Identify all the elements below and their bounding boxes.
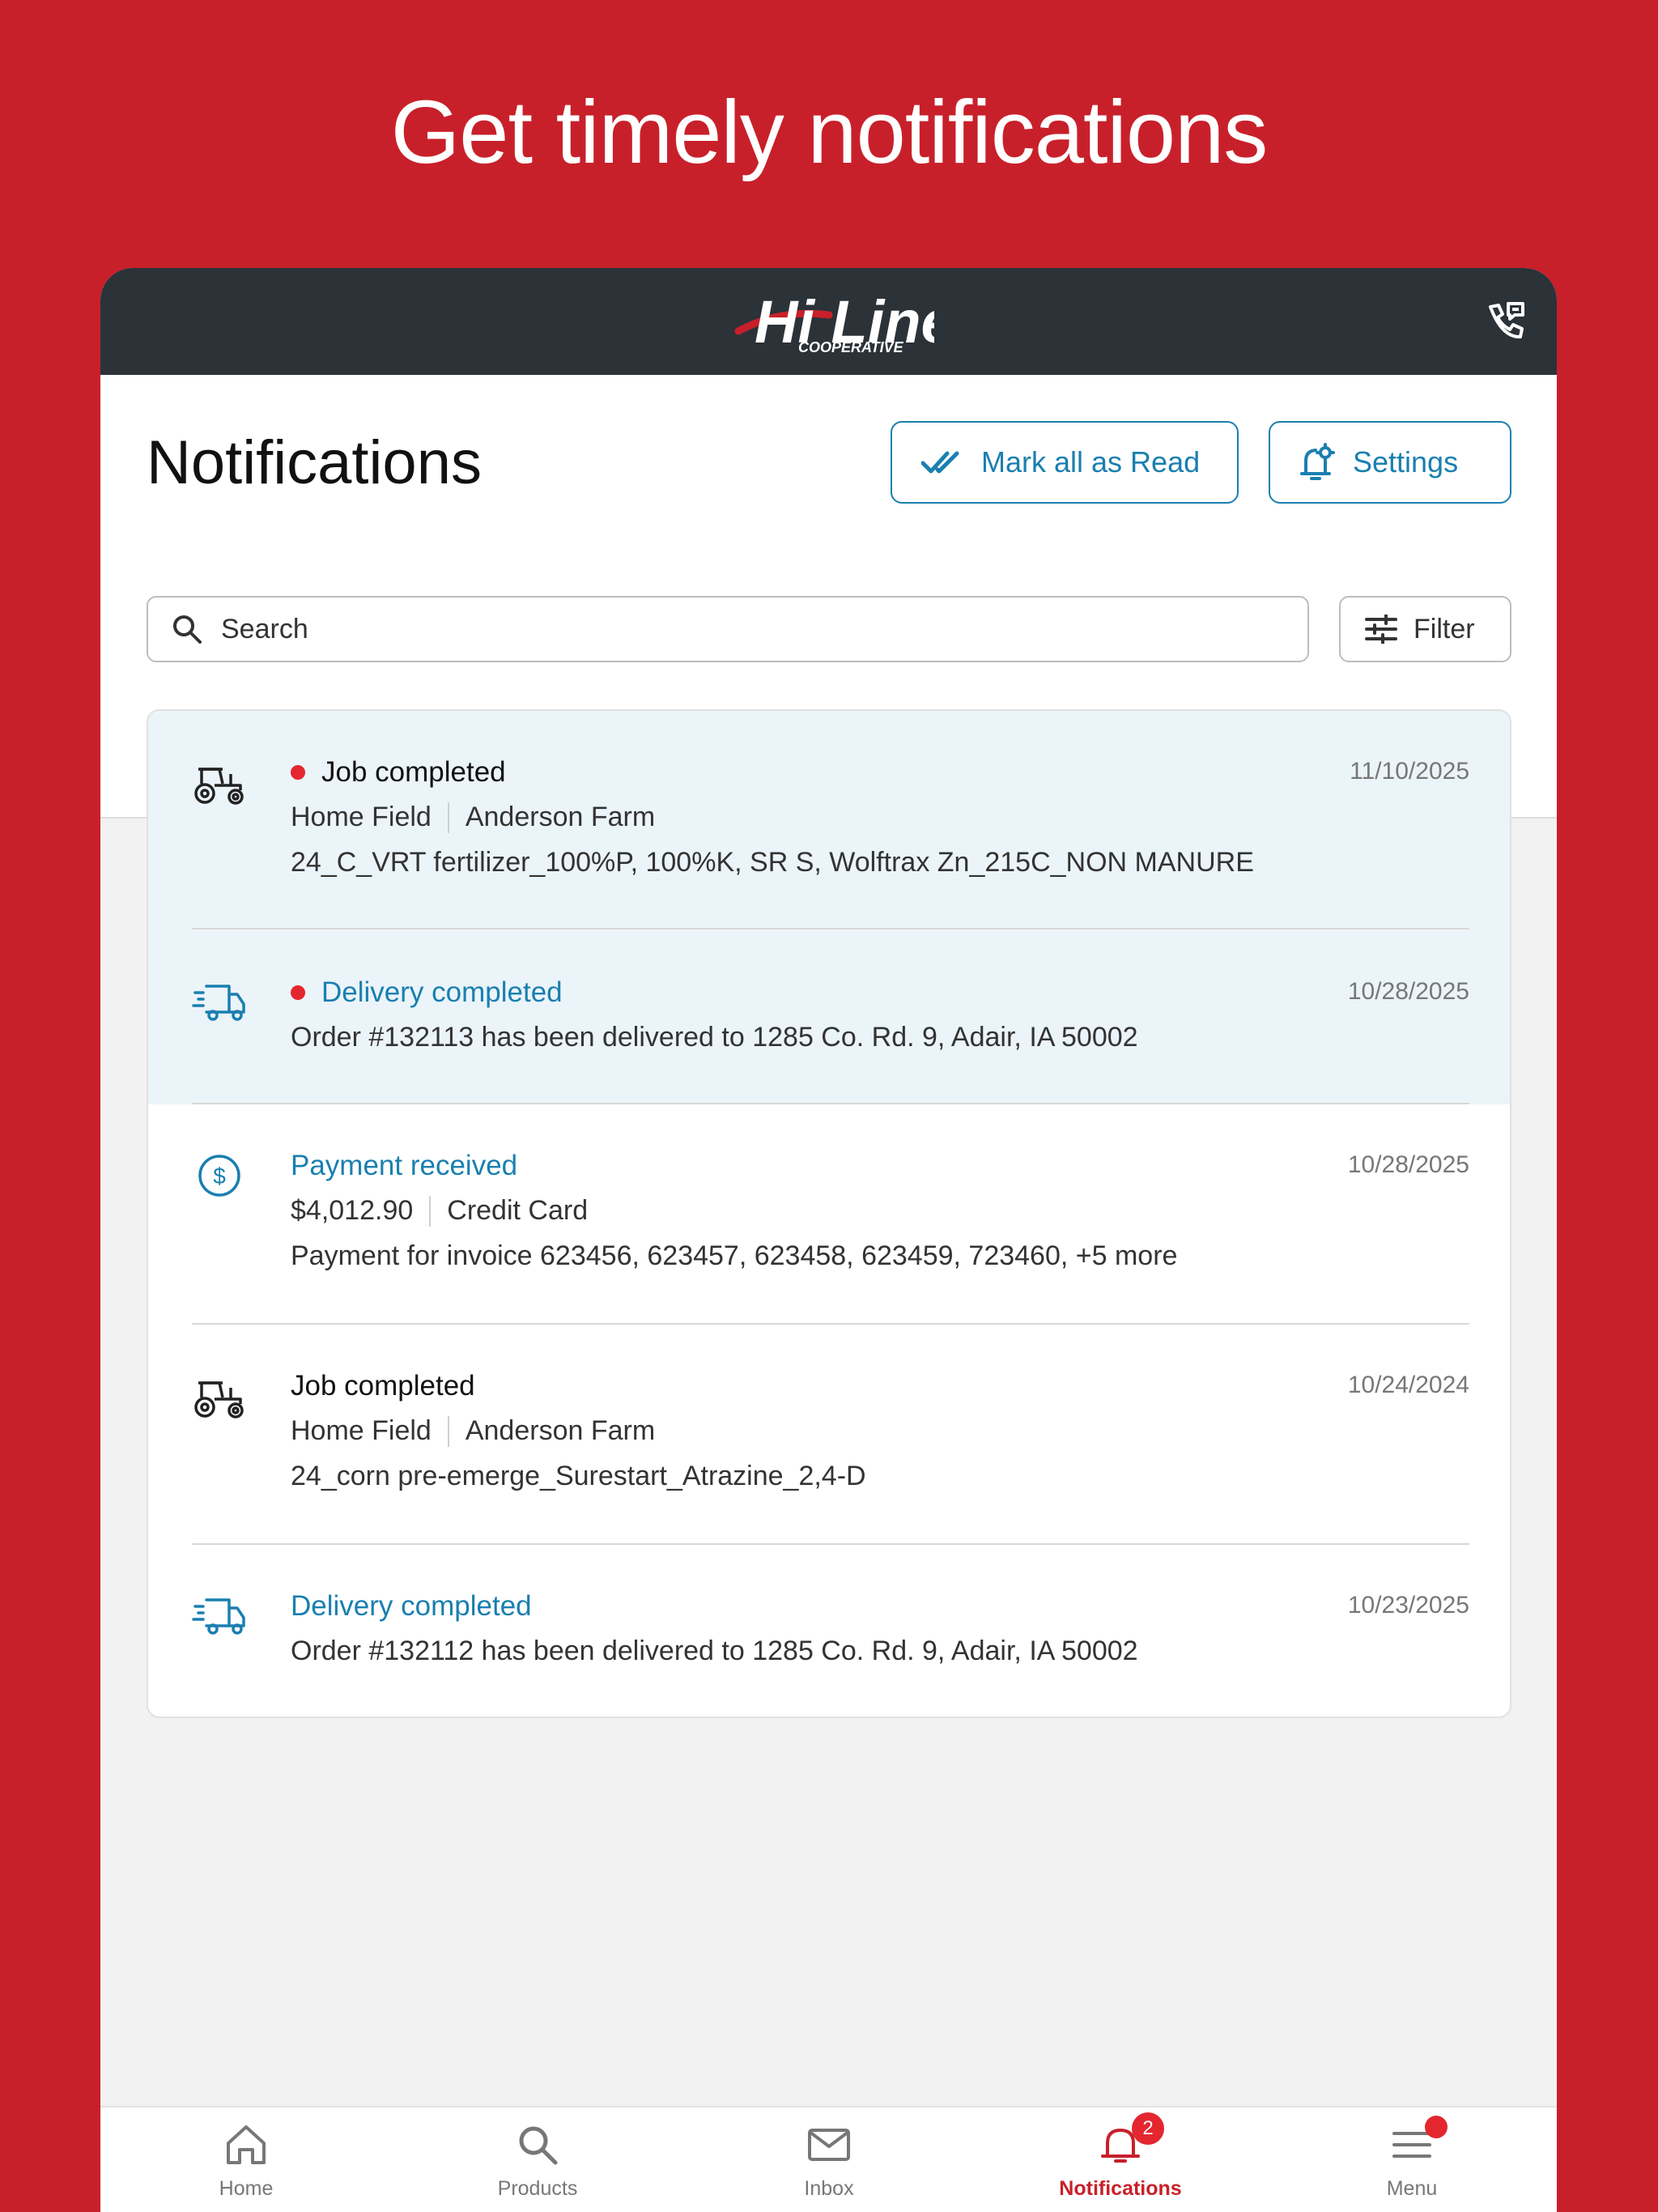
- notification-list: Job completed 11/10/2025 Home Field Ande…: [147, 709, 1511, 1718]
- home-icon: [227, 2125, 266, 2164]
- notification-title: Job completed: [321, 756, 506, 788]
- page-title: Notifications: [147, 428, 482, 497]
- notification-date: 10/28/2025: [1347, 978, 1469, 1005]
- notification-date: 10/28/2025: [1347, 1151, 1469, 1178]
- tab-notifications[interactable]: 2 Notifications: [975, 2108, 1266, 2212]
- bell-gear-icon: [1300, 443, 1335, 480]
- tab-home[interactable]: Home: [100, 2108, 392, 2212]
- notification-detail: 24_corn pre-emerge_Surestart_Atrazine_2,…: [291, 1461, 866, 1491]
- tab-notifications-label: Notifications: [1059, 2177, 1182, 2200]
- settings-label: Settings: [1353, 445, 1459, 479]
- notification-title: Payment received: [291, 1150, 518, 1181]
- sliders-icon: [1365, 615, 1397, 644]
- notification-date: 11/10/2025: [1350, 758, 1469, 785]
- mark-all-read-button[interactable]: Mark all as Read: [891, 421, 1239, 504]
- notification-item[interactable]: Job completed 11/10/2025 Home Field Ande…: [148, 711, 1510, 931]
- phone-chat-icon: [1489, 302, 1524, 339]
- bottom-tab-bar: Home Products Inbox 2 Notifications Menu: [100, 2106, 1557, 2212]
- settings-button[interactable]: Settings: [1269, 421, 1511, 504]
- farm-name: Anderson Farm: [465, 802, 656, 832]
- tab-home-label: Home: [219, 2177, 274, 2200]
- tab-inbox[interactable]: Inbox: [683, 2108, 975, 2212]
- notification-item[interactable]: Delivery completed 10/23/2025 Order #132…: [148, 1545, 1510, 1716]
- separator: [447, 802, 449, 833]
- tab-menu-label: Menu: [1386, 2177, 1438, 2200]
- separator: [429, 1195, 432, 1227]
- payment-amount: $4,012.90: [291, 1195, 414, 1226]
- notification-title: Delivery completed: [291, 1590, 532, 1622]
- notification-item[interactable]: $ Payment received 10/28/2025 $4,012.90 …: [148, 1104, 1510, 1325]
- divider: [192, 928, 1469, 929]
- search-icon: [173, 615, 202, 644]
- tractor-icon: [194, 1381, 244, 1419]
- svg-text:$: $: [213, 1163, 226, 1189]
- mark-all-read-label: Mark all as Read: [981, 445, 1201, 479]
- filter-button[interactable]: Filter: [1339, 596, 1511, 662]
- farm-name: Anderson Farm: [465, 1415, 656, 1446]
- contact-phone-button[interactable]: [1481, 296, 1533, 347]
- search-input[interactable]: Search: [147, 596, 1309, 662]
- notification-item[interactable]: Delivery completed 10/28/2025 Order #132…: [148, 931, 1510, 1104]
- delivery-truck-icon: [192, 985, 245, 1021]
- tab-menu[interactable]: Menu: [1266, 2108, 1558, 2212]
- app-header: Hi Line COOPERATIVE: [100, 268, 1557, 375]
- delivery-truck-icon: [192, 1598, 245, 1635]
- notification-detail: Payment for invoice 623456, 623457, 6234…: [291, 1240, 1178, 1271]
- menu-alert-dot: [1425, 2116, 1448, 2138]
- double-check-icon: [921, 451, 959, 474]
- notification-item[interactable]: Job completed 10/24/2024 Home Field Ande…: [148, 1325, 1510, 1545]
- payment-method: Credit Card: [447, 1195, 589, 1226]
- field-name: Home Field: [291, 802, 432, 832]
- search-placeholder: Search: [221, 613, 308, 644]
- hiline-logo: Hi Line COOPERATIVE: [734, 288, 934, 355]
- notification-detail: Order #132112 has been delivered to 1285…: [291, 1636, 1138, 1666]
- unread-dot: [291, 765, 305, 780]
- tab-products[interactable]: Products: [392, 2108, 683, 2212]
- unread-dot: [291, 985, 305, 1000]
- field-name: Home Field: [291, 1415, 432, 1446]
- tab-products-label: Products: [497, 2177, 578, 2200]
- separator: [447, 1415, 449, 1447]
- dollar-circle-icon: $: [198, 1155, 240, 1197]
- notification-detail: 24_C_VRT fertilizer_100%P, 100%K, SR S, …: [291, 847, 1254, 878]
- notification-date: 10/24/2024: [1347, 1372, 1469, 1398]
- hero-headline: Get timely notifications: [390, 83, 1269, 182]
- tab-inbox-label: Inbox: [804, 2177, 854, 2200]
- tractor-icon: [194, 768, 244, 805]
- svg-text:COOPERATIVE: COOPERATIVE: [798, 339, 904, 355]
- notification-title: Job completed: [291, 1370, 475, 1402]
- notification-date: 10/23/2025: [1347, 1592, 1469, 1619]
- notification-count-badge: 2: [1132, 2112, 1164, 2145]
- mail-icon: [808, 2129, 850, 2161]
- notification-title: Delivery completed: [321, 976, 563, 1008]
- notification-detail: Order #132113 has been delivered to 1285…: [291, 1022, 1138, 1053]
- search-icon: [519, 2126, 558, 2165]
- filter-label: Filter: [1414, 613, 1475, 644]
